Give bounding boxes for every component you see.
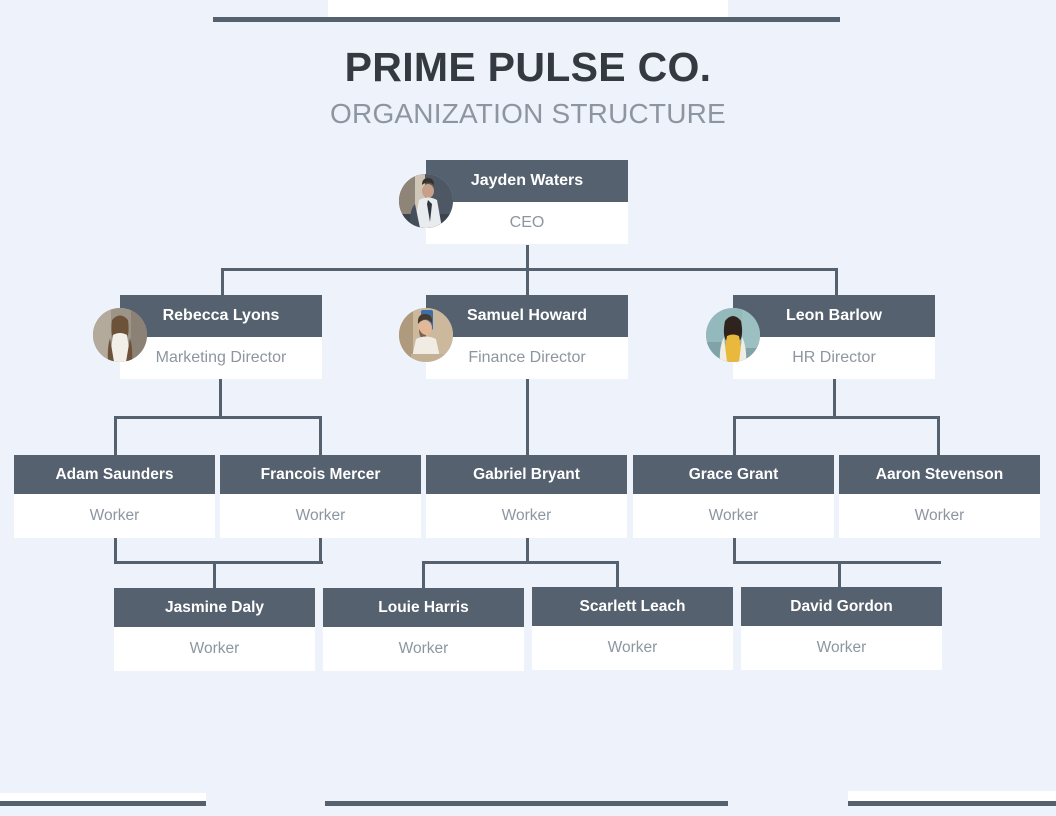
- page-title: PRIME PULSE CO.: [344, 44, 712, 90]
- org-node-worker-gabriel-name: Gabriel Bryant: [426, 455, 627, 494]
- connector-to-scarlett: [616, 561, 619, 587]
- org-node-worker-gabriel[interactable]: Gabriel Bryant Worker: [426, 455, 627, 538]
- bottom-right-white-accent: [848, 791, 1056, 801]
- org-node-worker-david-name: David Gordon: [741, 587, 942, 626]
- connector-finance-to-gabriel: [526, 379, 529, 456]
- org-node-ceo-role: CEO: [426, 202, 628, 244]
- connector-gabriel-stem: [526, 537, 529, 564]
- org-node-finance-role: Finance Director: [426, 337, 628, 379]
- org-node-worker-grace[interactable]: Grace Grant Worker: [633, 455, 834, 538]
- connector-francois-stem: [319, 537, 322, 564]
- org-node-hr-role: HR Director: [733, 337, 935, 379]
- org-node-worker-scarlett[interactable]: Scarlett Leach Worker: [532, 587, 733, 670]
- org-node-ceo[interactable]: Jayden Waters CEO: [426, 160, 628, 244]
- org-node-worker-louie-name: Louie Harris: [323, 588, 524, 627]
- connector-to-francois: [319, 416, 322, 456]
- org-node-marketing-name: Rebecca Lyons: [120, 295, 322, 337]
- org-node-worker-aaron-role: Worker: [839, 494, 1040, 538]
- org-node-marketing-director[interactable]: Rebecca Lyons Marketing Director: [120, 295, 322, 379]
- connector-grace-bus: [733, 561, 941, 564]
- avatar-hr-director: [706, 308, 760, 362]
- bottom-right-bar: [848, 801, 1056, 806]
- connector-grace-stem: [733, 537, 736, 564]
- avatar-ceo: [399, 174, 453, 228]
- org-node-worker-louie-role: Worker: [323, 627, 524, 671]
- org-node-marketing-role: Marketing Director: [120, 337, 322, 379]
- org-node-worker-scarlett-name: Scarlett Leach: [532, 587, 733, 626]
- org-node-worker-gabriel-role: Worker: [426, 494, 627, 538]
- connector-to-adam: [114, 416, 117, 456]
- org-node-worker-grace-role: Worker: [633, 494, 834, 538]
- connector-adam-stem: [114, 537, 117, 564]
- org-node-worker-francois-name: Francois Mercer: [220, 455, 421, 494]
- org-node-worker-david-role: Worker: [741, 626, 942, 670]
- org-node-finance-director[interactable]: Samuel Howard Finance Director: [426, 295, 628, 379]
- org-node-worker-aaron-name: Aaron Stevenson: [839, 455, 1040, 494]
- org-node-worker-jasmine-name: Jasmine Daly: [114, 588, 315, 627]
- connector-hr-stem: [833, 379, 836, 419]
- connector-ceo-stem: [526, 245, 529, 270]
- bottom-left-white-accent: [0, 793, 206, 801]
- page-subtitle: ORGANIZATION STRUCTURE: [330, 98, 726, 129]
- connector-level2-bus: [221, 268, 838, 271]
- org-node-hr-name: Leon Barlow: [733, 295, 935, 337]
- avatar-marketing-director: [93, 308, 147, 362]
- connector-to-aaron: [937, 416, 940, 456]
- org-node-worker-louie[interactable]: Louie Harris Worker: [323, 588, 524, 671]
- connector-marketing-stem: [219, 379, 222, 419]
- org-node-worker-grace-name: Grace Grant: [633, 455, 834, 494]
- org-node-ceo-name: Jayden Waters: [426, 160, 628, 202]
- org-node-worker-adam-name: Adam Saunders: [14, 455, 215, 494]
- org-node-worker-scarlett-role: Worker: [532, 626, 733, 670]
- connector-to-hr: [835, 268, 838, 298]
- top-divider-bar: [213, 17, 840, 22]
- connector-to-marketing: [221, 268, 224, 298]
- bottom-left-bar: [0, 801, 206, 806]
- connector-to-finance: [526, 268, 529, 298]
- org-node-worker-david[interactable]: David Gordon Worker: [741, 587, 942, 670]
- org-node-worker-jasmine-role: Worker: [114, 627, 315, 671]
- org-node-worker-adam[interactable]: Adam Saunders Worker: [14, 455, 215, 538]
- connector-to-grace: [733, 416, 736, 456]
- connector-marketing-bus: [114, 416, 322, 419]
- connector-adam-bus: [114, 561, 323, 564]
- org-node-worker-adam-role: Worker: [14, 494, 215, 538]
- connector-gabriel-bus: [422, 561, 619, 564]
- bottom-center-bar: [325, 801, 728, 806]
- connector-to-louie: [422, 561, 425, 589]
- avatar-finance-director: [399, 308, 453, 362]
- connector-hr-bus: [733, 416, 940, 419]
- connector-to-david: [838, 561, 841, 587]
- org-node-worker-jasmine[interactable]: Jasmine Daly Worker: [114, 588, 315, 671]
- org-node-hr-director[interactable]: Leon Barlow HR Director: [733, 295, 935, 379]
- org-node-worker-francois-role: Worker: [220, 494, 421, 538]
- org-node-finance-name: Samuel Howard: [426, 295, 628, 337]
- org-node-worker-aaron[interactable]: Aaron Stevenson Worker: [839, 455, 1040, 538]
- connector-to-jasmine: [213, 561, 216, 589]
- org-node-worker-francois[interactable]: Francois Mercer Worker: [220, 455, 421, 538]
- top-white-accent: [328, 0, 728, 17]
